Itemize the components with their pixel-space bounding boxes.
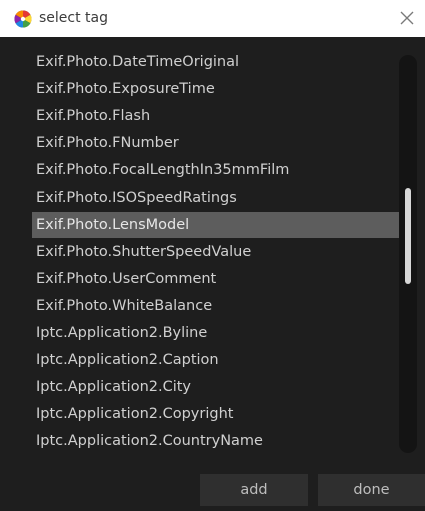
tag-list-item[interactable]: Exif.Photo.WhiteBalance — [32, 293, 402, 319]
tag-list[interactable]: Exif.Photo.DateTimeOriginal Exif.Photo.Ex… — [22, 49, 420, 457]
tag-list-item[interactable]: Iptc.Application2.Copyright — [32, 401, 402, 427]
tag-list-item[interactable]: Exif.Photo.ExposureTime — [32, 76, 402, 102]
tag-list-item[interactable]: Exif.Photo.FNumber — [32, 130, 402, 156]
done-button[interactable]: done — [318, 474, 425, 506]
tag-list-item[interactable]: Exif.Photo.DateTimeOriginal — [32, 49, 402, 75]
select-tag-dialog: select tag Exif.Photo.DateTimeOriginal Ex… — [0, 0, 425, 511]
tag-list-item[interactable]: Exif.Photo.Flash — [32, 103, 402, 129]
add-button[interactable]: add — [200, 474, 308, 506]
tag-list-item[interactable]: Iptc.Application2.City — [32, 374, 402, 400]
tag-list-item[interactable]: Iptc.Application2.Byline — [32, 320, 402, 346]
scrollbar-thumb[interactable] — [405, 188, 411, 284]
tag-list-item[interactable]: Iptc.Application2.CountryName — [32, 428, 402, 454]
vertical-scrollbar[interactable] — [399, 55, 417, 453]
tag-list-item[interactable]: Exif.Photo.FocalLengthIn35mmFilm — [32, 157, 402, 183]
tag-list-item[interactable]: Exif.Photo.ISOSpeedRatings — [32, 185, 402, 211]
tag-list-item[interactable]: Exif.Photo.ShutterSpeedValue — [32, 239, 402, 265]
tag-list-item[interactable]: Exif.Photo.UserComment — [32, 266, 402, 292]
tag-list-item[interactable]: Exif.Photo.LensModel — [32, 211, 402, 238]
tag-list-item[interactable]: Iptc.Application2.Caption — [32, 347, 402, 373]
title-bar[interactable]: select tag — [0, 0, 425, 37]
window-title: select tag — [39, 10, 109, 26]
close-icon[interactable] — [398, 9, 416, 27]
colorwheel-app-icon — [14, 10, 32, 28]
